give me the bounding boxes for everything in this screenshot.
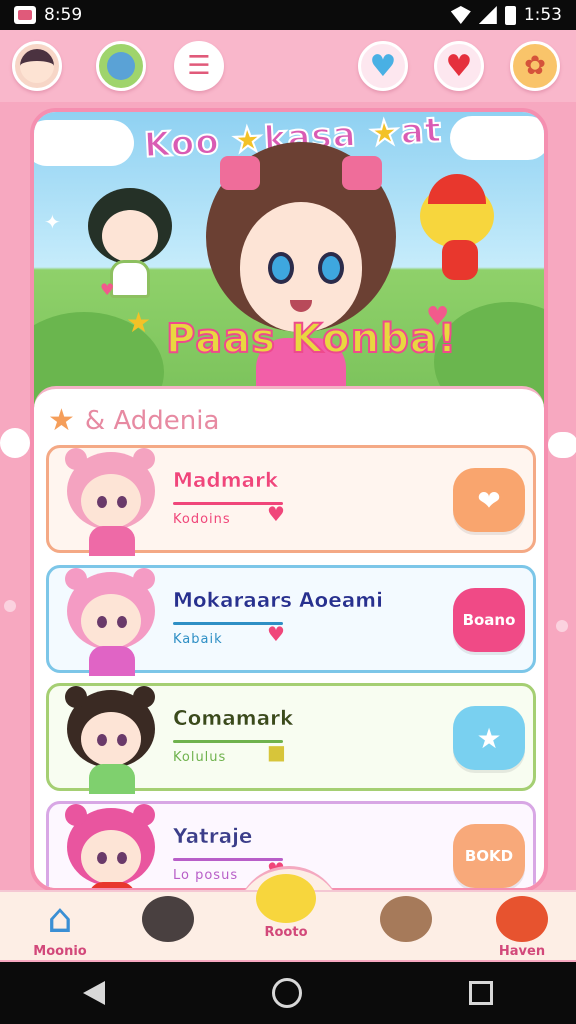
background-dot [556, 620, 568, 632]
heart-icon: ♥ [100, 280, 115, 299]
green-mascot-icon[interactable] [96, 41, 146, 91]
badge-icon: ■ [267, 740, 286, 764]
bottom-nav: ⌂ Moonio Rooto Haven [0, 874, 576, 962]
status-bar: 8:59 1:53 [0, 0, 576, 30]
list-item[interactable]: Comamark ■ Kolulus ★ [46, 683, 536, 794]
back-icon[interactable] [83, 981, 106, 1005]
bear-icon [142, 896, 194, 942]
house-icon: ⌂ [47, 896, 73, 942]
signal-icon [478, 6, 497, 24]
nav-home[interactable]: ⌂ Moonio [20, 892, 100, 962]
nav-bear[interactable] [128, 892, 208, 962]
banner-cloud [34, 120, 134, 166]
status-time-left: 8:59 [44, 5, 83, 25]
item-action-button[interactable]: Boano [453, 588, 525, 652]
heart-icon: ♥ [267, 622, 285, 646]
item-title: Comamark [173, 706, 294, 731]
blue-heart-icon[interactable]: ♥ [358, 41, 408, 91]
wifi-icon [450, 6, 471, 24]
content-card: ★ & Addenia Madmark ♥ Kodoins ❤ Mokaraar… [34, 386, 544, 888]
heart-icon: ♥ [267, 502, 285, 526]
item-title: Yatraje [173, 824, 253, 849]
star-icon: ★ [476, 721, 502, 755]
character-icon[interactable]: ✿ [510, 41, 560, 91]
nav-center[interactable]: Rooto [246, 870, 326, 940]
heart-icon: ❤ [477, 483, 501, 517]
main-panel: Koo ★kasa ★at ♥ ♥ ★ ✦ Paas Konba! ★ & Ad… [30, 108, 548, 892]
recent-apps-icon[interactable] [468, 981, 493, 1005]
item-action-button[interactable]: BOKD [453, 824, 525, 888]
list-item[interactable]: Madmark ♥ Kodoins ❤ [46, 445, 536, 556]
character-avatar [63, 568, 159, 676]
background-cloud [548, 432, 576, 458]
item-title: Mokaraars Aoeami [173, 588, 384, 613]
fruit-icon [496, 896, 548, 942]
nav-dog[interactable] [366, 892, 446, 962]
star-icon: ★ [126, 306, 152, 339]
home-icon[interactable] [271, 978, 302, 1008]
user-avatar[interactable] [12, 41, 62, 91]
nav-fruit[interactable]: Haven [482, 892, 562, 962]
hero-banner: Koo ★kasa ★at ♥ ♥ ★ ✦ Paas Konba! [34, 112, 544, 432]
character-avatar [63, 448, 159, 556]
sparkle-icon: ✦ [44, 210, 61, 234]
battery-icon [504, 5, 516, 25]
list-item[interactable]: Mokaraars Aoeami ♥ Kabaik Boano [46, 565, 536, 676]
status-time-right: 1:53 [523, 5, 562, 25]
section-heading: ★ & Addenia [48, 403, 220, 438]
photo-icon [14, 6, 36, 24]
item-action-button[interactable]: ❤ [453, 468, 525, 532]
item-subtitle: Lo posus [173, 868, 239, 883]
list-icon[interactable]: ☰ [174, 41, 224, 91]
item-title: Madmark [173, 468, 279, 493]
dog-icon [380, 896, 432, 942]
character-avatar [63, 804, 159, 888]
side-mascot [420, 174, 494, 280]
item-subtitle: Kodoins [173, 512, 231, 527]
background-dot [4, 600, 16, 612]
yellow-bear-icon [256, 874, 316, 923]
banner-cloud [450, 116, 544, 160]
android-nav-bar [0, 962, 576, 1024]
item-subtitle: Kolulus [173, 750, 227, 765]
top-header: ☰ ♥ ♥ ✿ [0, 30, 576, 102]
star-icon: ★ [48, 403, 75, 438]
red-heart-icon[interactable]: ♥ [434, 41, 484, 91]
background-cloud [0, 428, 30, 458]
item-action-button[interactable]: ★ [453, 706, 525, 770]
item-subtitle: Kabaik [173, 632, 223, 647]
character-avatar [63, 686, 159, 794]
banner-subtitle: Paas Konba! [165, 315, 458, 363]
